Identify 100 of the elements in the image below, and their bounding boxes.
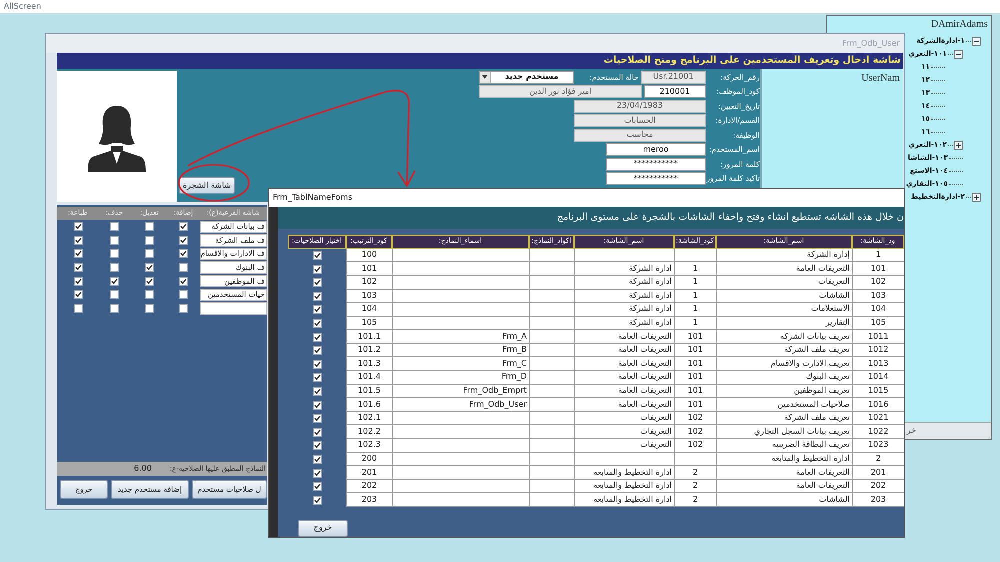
checkbox[interactable] (145, 222, 154, 232)
table-cell: 1011 (852, 330, 904, 344)
checkbox[interactable] (312, 346, 322, 356)
checkbox[interactable] (145, 290, 154, 300)
table-cell: 202 (852, 480, 904, 494)
checkbox[interactable] (312, 400, 322, 410)
checkbox[interactable] (110, 304, 119, 313)
checkbox[interactable] (74, 236, 82, 245)
table-cell: تعريف ملف الشركة (716, 412, 852, 426)
table-cell: تعريف ملف الشركة (716, 344, 852, 358)
tree-screen-button[interactable]: شاشة الشجرة (179, 177, 236, 194)
checkbox[interactable] (110, 276, 119, 286)
table-cell (529, 290, 574, 304)
checkbox[interactable] (145, 276, 154, 286)
table-cell: 1 (674, 262, 716, 276)
table-cell: 105 (852, 316, 904, 330)
checkbox[interactable] (179, 263, 188, 272)
checkbox[interactable] (312, 468, 322, 478)
table-cell: التعريفات (716, 276, 852, 290)
checkbox[interactable] (312, 278, 322, 288)
input-field[interactable]: meroo (606, 143, 706, 156)
checkbox[interactable] (74, 222, 82, 232)
checkbox[interactable] (312, 428, 322, 437)
checkbox[interactable] (74, 263, 82, 272)
table-cell: التعريفات (574, 425, 674, 440)
table-cell: 101.1 (346, 330, 392, 344)
checkbox[interactable] (110, 236, 119, 245)
exit-button[interactable]: خروج (298, 520, 348, 536)
table-cell: 1015 (852, 384, 904, 398)
table-cell: 203 (346, 493, 392, 507)
checkbox[interactable] (74, 276, 82, 286)
table-cell: 102 (852, 276, 904, 290)
checkbox[interactable] (312, 292, 322, 301)
table-cell: ادارة التخطيط والمتابعه (716, 452, 852, 466)
table-cell (529, 262, 574, 276)
table-cell: إدارة الشركة (716, 248, 852, 262)
checkbox[interactable] (312, 318, 322, 328)
checkbox[interactable] (145, 304, 154, 313)
checkbox[interactable] (110, 249, 119, 258)
table-cell: 102 (674, 412, 716, 426)
table-cell: ادارة الشركة (574, 276, 674, 290)
expand-icon[interactable] (972, 193, 981, 202)
table-cell: 102 (674, 439, 716, 453)
checkbox[interactable] (179, 290, 188, 300)
checkbox[interactable] (110, 263, 119, 272)
table-cell: 201 (346, 466, 392, 480)
checkbox[interactable] (312, 414, 322, 424)
checkbox[interactable] (312, 251, 322, 260)
checkbox[interactable] (179, 236, 188, 245)
scrollbar[interactable] (269, 206, 278, 537)
table-cell: تعريف بيانات السجل التجاري (716, 425, 852, 440)
collapse-icon[interactable] (972, 37, 981, 46)
readonly-field: الحسابات (574, 114, 706, 128)
checkbox[interactable] (179, 249, 188, 258)
checkbox[interactable] (145, 236, 154, 245)
table-cell: 202 (346, 480, 392, 494)
checkbox[interactable] (312, 264, 322, 274)
checkbox[interactable] (312, 496, 322, 505)
table-cell: ادارة الشركة (574, 303, 674, 317)
expand-icon[interactable] (954, 141, 963, 150)
checkbox[interactable] (179, 276, 188, 286)
window-title: Frm_Odb_User (842, 38, 900, 50)
table-cell: 102 (674, 425, 716, 440)
input-field[interactable]: *********** (606, 172, 706, 186)
input-field[interactable]: *********** (606, 158, 706, 171)
table-cell: التعريفات العامة (716, 262, 852, 276)
table-cell: 1 (674, 303, 716, 317)
checkbox[interactable] (312, 373, 322, 382)
checkbox[interactable] (312, 360, 322, 369)
input-field[interactable]: 210001 (644, 85, 706, 98)
readonly-field: Usr.21001 (641, 70, 706, 84)
checkbox[interactable] (74, 290, 82, 300)
table-cell (674, 452, 716, 466)
panel-label: UserNam (862, 72, 900, 86)
checkbox[interactable] (179, 304, 188, 313)
checkbox[interactable] (145, 249, 154, 258)
table-cell: 101 (852, 262, 904, 276)
table-cell: ادارة التخطيط والمتابعه (574, 493, 674, 507)
collapse-icon[interactable] (954, 50, 963, 59)
table-cell: Frm_B (392, 344, 529, 358)
checkbox[interactable] (312, 386, 322, 396)
table-cell: تعريف الموظفين (716, 384, 852, 398)
checkbox[interactable] (312, 441, 322, 450)
dropdown-field[interactable]: مستخدم جديد (479, 70, 574, 84)
checkbox[interactable] (110, 290, 119, 300)
checkbox[interactable] (110, 222, 119, 232)
checkbox[interactable] (74, 249, 82, 258)
table-cell: الشاشات (716, 493, 852, 507)
table-cell: التعريفات العامة (574, 344, 674, 358)
readonly-field: 23/04/1983 (574, 100, 706, 113)
checkbox[interactable] (312, 482, 322, 492)
checkbox[interactable] (312, 305, 322, 314)
checkbox[interactable] (145, 263, 154, 272)
checkbox[interactable] (312, 332, 322, 342)
checkbox[interactable] (179, 222, 188, 232)
table-cell (200, 302, 267, 315)
table-cell (529, 480, 574, 494)
checkbox[interactable] (74, 304, 82, 313)
table-cell: ادارة التخطيط والمتابعه (574, 466, 674, 480)
checkbox[interactable] (312, 454, 322, 464)
